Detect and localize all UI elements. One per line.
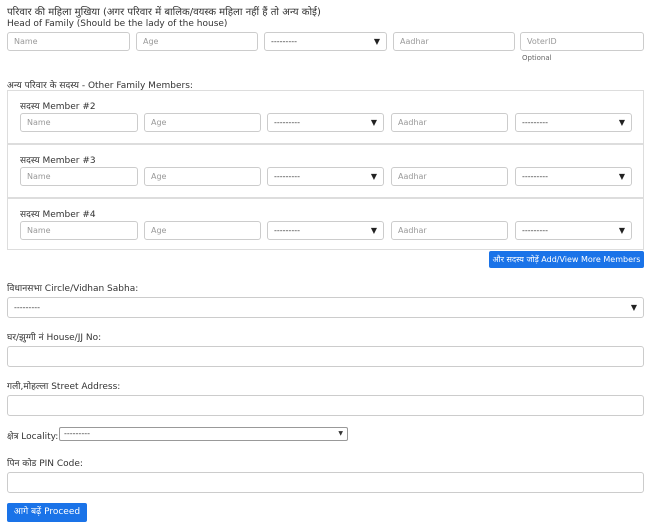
member-gender-select[interactable]: --------- ▼	[267, 221, 384, 240]
member-relation-select[interactable]: --------- ▼	[515, 221, 632, 240]
chevron-down-icon: ▼	[373, 37, 380, 46]
member-name-input[interactable]: Name	[20, 113, 138, 132]
member-age-input[interactable]: Age	[144, 113, 261, 132]
member-relation-select[interactable]: --------- ▼	[515, 167, 632, 186]
chevron-down-icon: ▼	[370, 172, 377, 181]
member-name-input[interactable]: Name	[20, 167, 138, 186]
proceed-button[interactable]: आगे बढ़ें Proceed	[7, 503, 87, 522]
street-label: गली,मोहल्ला Street Address:	[7, 382, 121, 392]
circle-select[interactable]: --------- ▼	[7, 297, 644, 318]
member-panel-2: सदस्य Member #2 Name Age --------- ▼ Aad…	[7, 90, 644, 144]
member-age-input[interactable]: Age	[144, 167, 261, 186]
member-aadhar-input[interactable]: Aadhar	[391, 113, 508, 132]
head-gender-select[interactable]: --------- ▼	[264, 32, 387, 51]
member-aadhar-input[interactable]: Aadhar	[391, 167, 508, 186]
chevron-down-icon: ▼	[630, 303, 637, 312]
chevron-down-icon: ▼	[370, 118, 377, 127]
chevron-down-icon: ▼	[618, 226, 625, 235]
member-panel-3: सदस्य Member #3 Name Age --------- ▼ Aad…	[7, 144, 644, 198]
voterid-optional-note: Optional	[522, 54, 552, 62]
pin-label: पिन कोड PIN Code:	[7, 459, 83, 469]
locality-select[interactable]: --------- ▼	[59, 427, 348, 441]
head-voterid-input[interactable]: VoterID	[520, 32, 644, 51]
pin-code-input[interactable]	[7, 472, 644, 493]
chevron-down-icon: ▼	[338, 430, 343, 437]
member-name-input[interactable]: Name	[20, 221, 138, 240]
member-panel-4: सदस्य Member #4 Name Age --------- ▼ Aad…	[7, 198, 644, 250]
member-age-input[interactable]: Age	[144, 221, 261, 240]
member-gender-select[interactable]: --------- ▼	[267, 113, 384, 132]
add-more-members-button[interactable]: और सदस्य जोड़ें Add/View More Members	[489, 251, 644, 268]
head-age-input[interactable]: Age	[136, 32, 258, 51]
head-name-input[interactable]: Name	[7, 32, 130, 51]
member-label: सदस्य Member #3	[20, 156, 96, 166]
house-no-input[interactable]	[7, 346, 644, 367]
street-address-input[interactable]	[7, 395, 644, 416]
head-aadhar-input[interactable]: Aadhar	[393, 32, 515, 51]
chevron-down-icon: ▼	[618, 118, 625, 127]
locality-label: क्षेत्र Locality:	[7, 432, 59, 442]
chevron-down-icon: ▼	[370, 226, 377, 235]
chevron-down-icon: ▼	[618, 172, 625, 181]
member-label: सदस्य Member #2	[20, 102, 96, 112]
member-relation-select[interactable]: --------- ▼	[515, 113, 632, 132]
member-aadhar-input[interactable]: Aadhar	[391, 221, 508, 240]
head-title: परिवार की महिला मुखिया (अगर परिवार में ब…	[7, 7, 321, 18]
member-label: सदस्य Member #4	[20, 210, 96, 220]
house-label: घर/झुग्गी नं House/JJ No:	[7, 333, 102, 343]
head-subtitle: Head of Family (Should be the lady of th…	[7, 19, 228, 29]
member-gender-select[interactable]: --------- ▼	[267, 167, 384, 186]
circle-label: विधानसभा Circle/Vidhan Sabha:	[7, 284, 139, 294]
